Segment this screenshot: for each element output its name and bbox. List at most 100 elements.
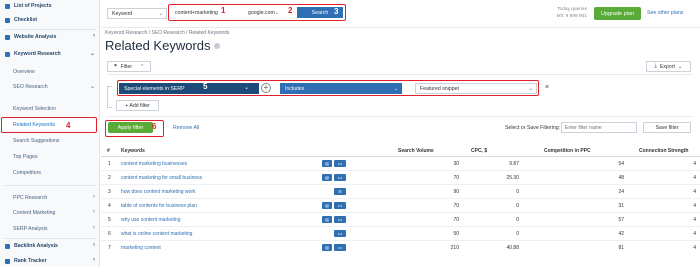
sidebar-item-rank-tracker[interactable]: Rank Tracker ‹ [0,256,100,266]
keyword-link[interactable]: content marketing businesses [121,161,187,167]
competition-cell: 81 [618,245,624,251]
table-row: 1 content marketing businesses ▤ ••• 30 … [101,158,700,171]
row-num: 4 [108,203,111,209]
sidebar-item-label: Checklist [14,17,38,23]
col-num: # [107,148,110,154]
more-icon[interactable]: ••• [334,244,346,251]
mode-select[interactable]: Keyword ⌄ [107,8,167,19]
chevron-left-icon: ‹ [93,225,95,231]
keyword-link[interactable]: what is online content marketing [121,231,192,237]
more-icon[interactable]: ••• [334,160,346,167]
sidebar-item-overview[interactable]: Overview [0,67,100,77]
filter-value-select[interactable]: Featured snippet ⌄ [415,83,537,94]
analysis-icon [5,34,10,40]
checklist-icon [5,17,10,23]
divider [107,116,693,117]
sidebar-item-label: SERP Analysis [13,226,48,232]
more-icon[interactable]: ••• [334,202,346,209]
export-button[interactable]: ⤓ Export ⌄ [646,61,691,72]
col-keywords[interactable]: Keywords [121,148,145,154]
serp-feature-icon[interactable]: ▤ [322,160,332,167]
filter-name-input[interactable] [561,122,637,133]
save-filter-button[interactable]: Save filter [643,122,691,133]
strength-cell: 4 [693,175,696,181]
keyword-link[interactable]: why use content marketing [121,217,180,223]
row-num: 1 [108,161,111,167]
funnel-icon: ⏷ [113,63,118,69]
info-icon[interactable] [214,43,220,49]
serp-feature-icon[interactable]: ▤ [322,174,332,181]
sidebar-item-keyword-research[interactable]: Keyword Research ⌄ [0,49,100,59]
upgrade-plan-button[interactable]: Upgrade plan [594,7,641,20]
volume-cell: 90 [453,189,459,195]
competition-cell: 31 [618,203,624,209]
row-num: 3 [108,189,111,195]
row-num: 5 [108,217,111,223]
filter-field-select[interactable]: Special elements in SERP [119,83,259,94]
filter-operator: Includes [285,85,305,92]
chevron-down-icon: ⌄ [89,84,95,90]
other-plans-link[interactable]: See other plans [647,10,683,16]
cpc-cell: 0 [516,231,519,237]
plus-circle-icon[interactable]: + [261,83,271,93]
chevron-down-icon: ⌄ [158,10,163,17]
sidebar-item-search-suggestions[interactable]: Search Suggestions [0,136,100,146]
sidebar-item-seo-research[interactable]: SEO Research ⌄ [0,82,100,92]
sidebar-item-top-pages[interactable]: Top Pages [0,152,100,162]
more-icon[interactable]: ••• [334,174,346,181]
filter-value: Featured snippet [420,85,459,92]
serp-feature-icon[interactable]: ▤ [322,244,332,251]
cpc-cell: 25.30 [506,175,519,181]
keyword-link[interactable]: content marketing for small business [121,175,202,181]
sidebar-item-website-analysis[interactable]: Website Analysis ‹ [0,32,100,42]
divider [4,238,96,239]
table-row: 5 why use content marketing ▤ ••• 70 0 5… [101,214,700,227]
strength-cell: 4 [693,217,696,223]
table-row: 4 table of contents for business plan ▤ … [101,200,700,213]
add-filter-button[interactable]: + Add filter [116,100,159,111]
competition-cell: 42 [618,231,624,237]
filter-operator-select[interactable]: Includes ⌄ [280,83,402,94]
annotation-number-4: 4 [66,121,71,130]
serp-feature-icon[interactable]: ▤ [322,216,332,223]
sidebar-item-keyword-selection[interactable]: Keyword Selection [0,104,100,114]
sidebar-item-checklist[interactable]: Checklist [0,15,100,25]
sidebar-item-competitors[interactable]: Competitors [0,168,100,178]
strength-cell: 4 [693,245,696,251]
sidebar-item-label: Website Analysis [14,34,57,40]
chevron-left-icon: ‹ [93,242,95,248]
engine-select[interactable]: google.com ⌄ [243,7,283,18]
more-icon[interactable]: ••• [334,216,346,223]
sidebar-item-backlink-analysis[interactable]: Backlink Analysis ‹ [0,241,100,251]
apply-filter-button[interactable]: Apply filter [108,122,153,133]
filter-bracket [107,86,112,108]
sidebar-item-label: List of Projects [14,3,52,9]
sidebar-item-serp-analysis[interactable]: SERP Analysis ‹ [0,224,100,234]
keyword-link[interactable]: how does content marketing work [121,189,195,195]
remove-filter-icon[interactable]: × [545,84,549,91]
sidebar-item-label: Backlink Analysis [14,243,58,249]
keyword-link[interactable]: marketing content [121,245,161,251]
remove-all-link[interactable]: Remove All [173,125,199,131]
col-volume[interactable]: Search Volume [398,148,434,154]
row-num: 6 [108,231,111,237]
col-strength[interactable]: Connection Strength [639,148,688,154]
key-icon [5,51,10,57]
sidebar-item-content-marketing[interactable]: Content Marketing ‹ [0,208,100,218]
annotation-number-1: 1 [221,6,226,15]
volume-cell: 50 [453,231,459,237]
sidebar-item-ppc-research[interactable]: PPC Research ‹ [0,193,100,203]
list-icon[interactable]: ☰ [334,188,346,195]
chevron-down-icon: ⌄ [274,9,279,16]
search-input[interactable]: content+marketing [170,7,242,18]
engine-value: google.com [248,9,275,16]
filter-button[interactable]: ⏷ Filter ⌃ [107,61,151,72]
serp-feature-icon[interactable]: ▤ [322,202,332,209]
more-icon[interactable]: ••• [334,230,346,237]
strength-cell: 4 [693,161,696,167]
col-competition[interactable]: Competition in PPC [544,148,591,154]
page-title: Related Keywords [105,38,211,53]
keyword-link[interactable]: table of contents for business plan [121,203,197,209]
col-cpc[interactable]: CPC, $ [471,148,487,154]
sidebar-item-projects[interactable]: List of Projects [0,1,100,11]
